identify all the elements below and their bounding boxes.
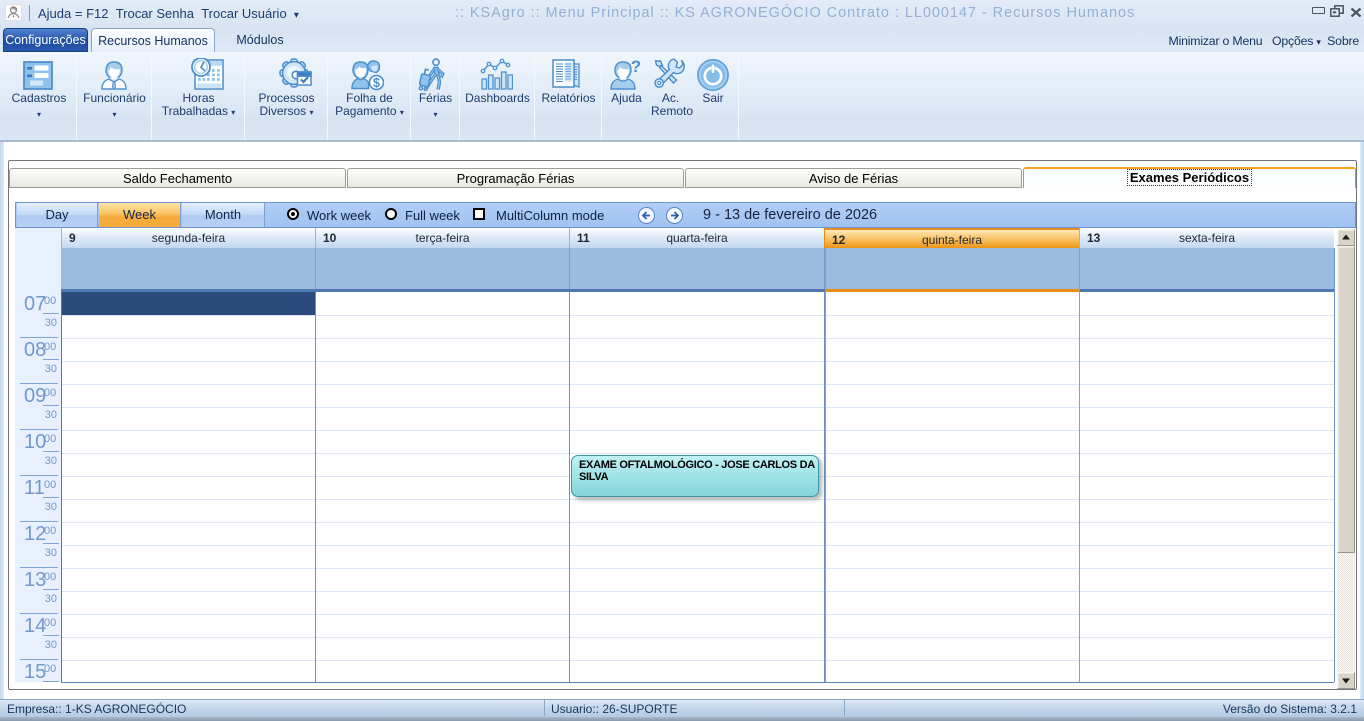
svg-text:?: ?: [631, 58, 641, 76]
svg-text:$: $: [373, 76, 380, 90]
